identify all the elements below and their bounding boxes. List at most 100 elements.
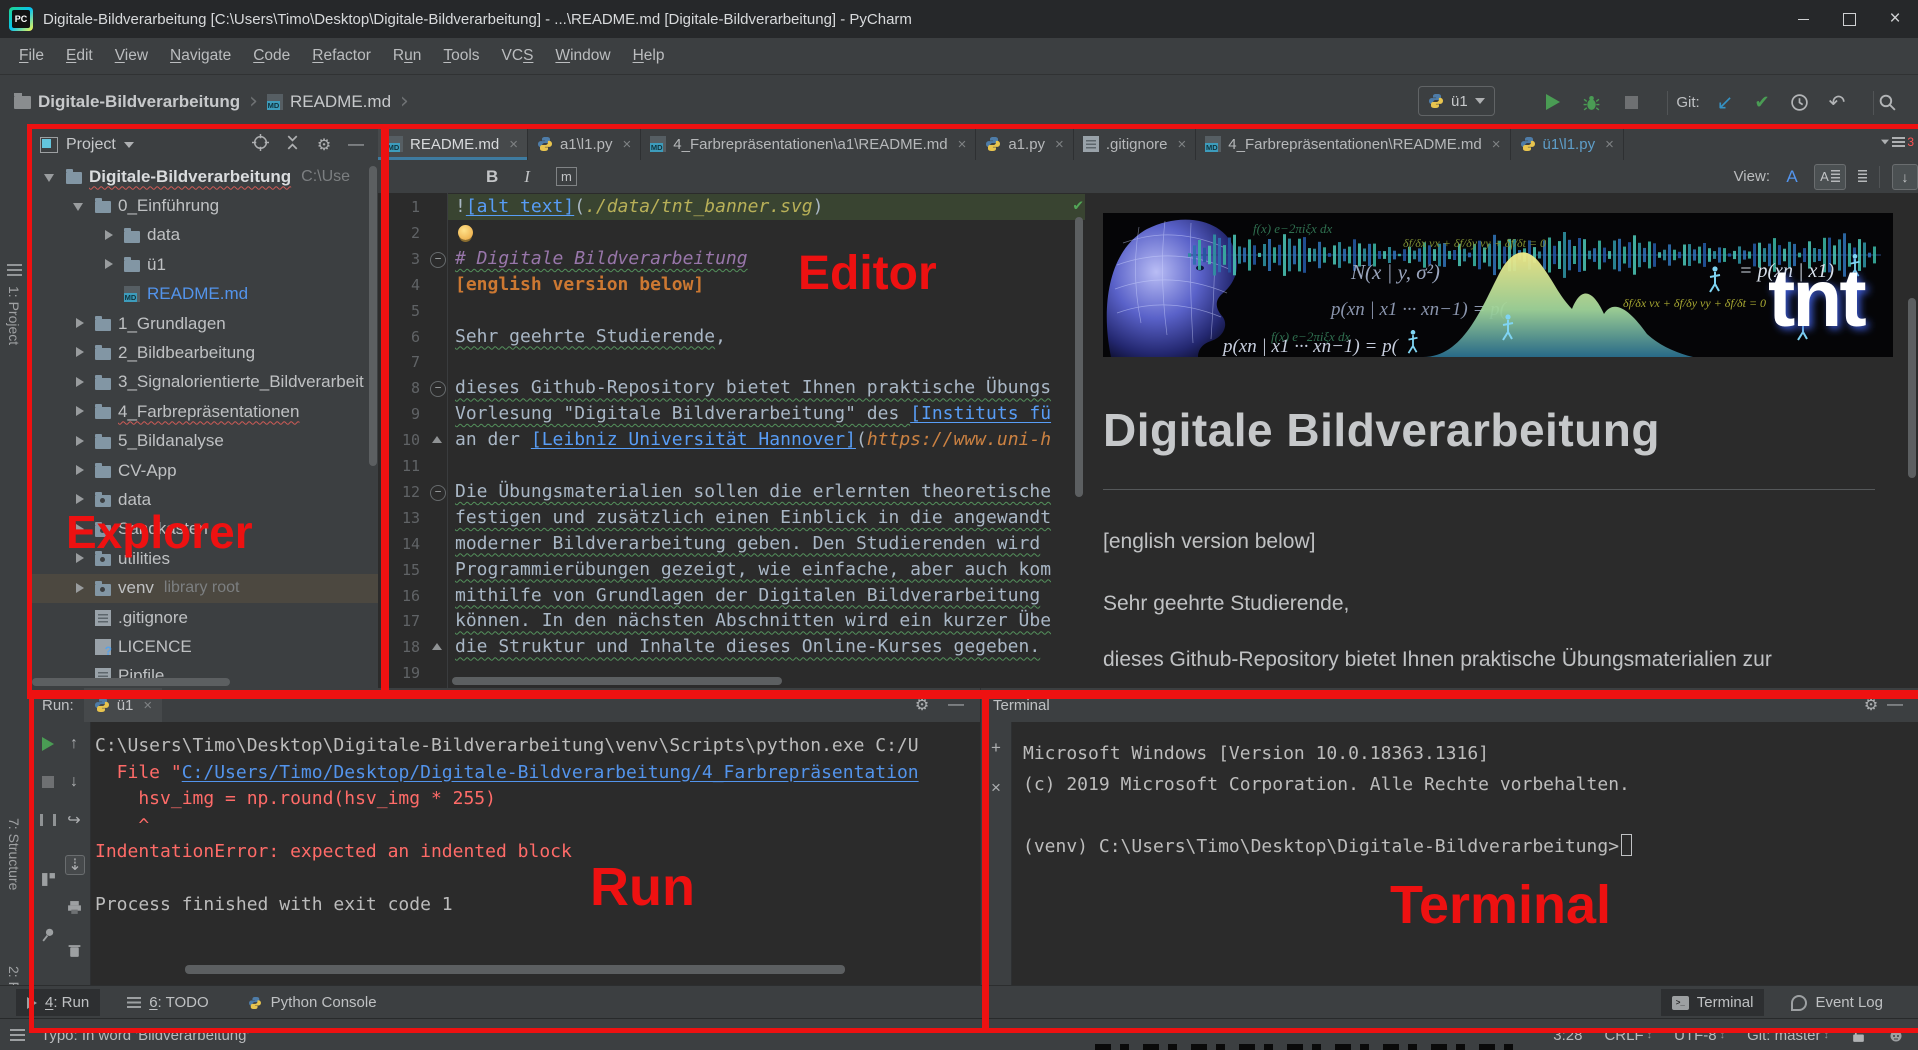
close-icon[interactable]: × bbox=[1492, 136, 1501, 153]
run-tab[interactable]: ü1 × bbox=[84, 688, 162, 722]
menu-view[interactable]: View bbox=[104, 47, 159, 65]
gear-icon[interactable]: ⚙ bbox=[312, 135, 336, 155]
hide-panel-icon[interactable]: — bbox=[944, 696, 968, 714]
stripe-project[interactable]: 1: Project bbox=[6, 286, 22, 345]
tree-item-licence[interactable]: LICENCE bbox=[30, 632, 378, 661]
close-icon[interactable]: × bbox=[1605, 136, 1614, 153]
breadcrumb-project[interactable]: Digitale-Bildverarbeitung bbox=[14, 92, 240, 112]
line-separator-selector[interactable]: CRLF↕ bbox=[1604, 1027, 1652, 1044]
tree-item-1-grundlagen[interactable]: 1_Grundlagen bbox=[30, 309, 378, 338]
git-commit-icon[interactable]: ✔ bbox=[1749, 89, 1775, 115]
readonly-lock-icon[interactable] bbox=[1851, 1027, 1866, 1043]
maximize-button[interactable] bbox=[1826, 0, 1872, 38]
stop-button[interactable] bbox=[1618, 89, 1644, 115]
tab-.gitignore[interactable]: .gitignore× bbox=[1074, 128, 1196, 160]
gear-icon[interactable]: ⚙ bbox=[1859, 695, 1883, 715]
tree-expand-arrow-icon[interactable] bbox=[71, 521, 88, 538]
pause-button[interactable] bbox=[39, 811, 57, 829]
console-link[interactable]: C:/Users/Timo/Desktop/Digitale-Bildverar… bbox=[182, 762, 919, 783]
editor-pane[interactable]: ✔ 1![alt text](./data/tnt_banner.svg)23−… bbox=[378, 193, 1085, 688]
tree-expand-arrow-icon[interactable] bbox=[42, 168, 59, 185]
fold-marker-icon[interactable]: − bbox=[430, 381, 446, 397]
close-icon[interactable]: × bbox=[1178, 136, 1187, 153]
menu-refactor[interactable]: Refactor bbox=[301, 47, 382, 65]
hidden-tabs-dropdown[interactable]: 3 bbox=[1880, 135, 1914, 149]
menu-vcs[interactable]: VCS bbox=[491, 47, 545, 65]
tree-item-digitale-bildverarbeitung[interactable]: Digitale-BildverarbeitungC:\Use bbox=[30, 162, 378, 191]
tab-a1-l1.py[interactable]: a1\l1.py× bbox=[528, 128, 641, 160]
rollback-icon[interactable]: ↶ bbox=[1824, 89, 1850, 115]
rerun-button[interactable] bbox=[39, 735, 57, 753]
tree-item-ü1[interactable]: ü1 bbox=[30, 250, 378, 279]
print-icon[interactable] bbox=[65, 898, 83, 916]
close-button[interactable]: × bbox=[1872, 0, 1918, 38]
run-configuration-selector[interactable]: ü1 bbox=[1418, 86, 1495, 116]
tree-item-3-signalorientierte-bildverarbeit[interactable]: 3_Signalorientierte_Bildverarbeit bbox=[30, 368, 378, 397]
close-session-icon[interactable]: × bbox=[981, 778, 1011, 798]
tree-expand-arrow-icon[interactable] bbox=[71, 344, 88, 361]
tree-expand-arrow-icon[interactable] bbox=[100, 227, 117, 244]
git-branch-widget[interactable]: Git: master↕ bbox=[1747, 1027, 1829, 1044]
tree-item-data[interactable]: data bbox=[30, 485, 378, 514]
new-session-icon[interactable]: + bbox=[981, 738, 1011, 758]
editor-horizontal-scrollbar[interactable] bbox=[452, 677, 782, 685]
tree-item-cv-app[interactable]: CV-App bbox=[30, 456, 378, 485]
menu-code[interactable]: Code bbox=[242, 47, 301, 65]
tab-a1.py[interactable]: a1.py× bbox=[976, 128, 1073, 160]
code-link[interactable]: [Leibniz Universität Hannover] bbox=[531, 429, 856, 450]
inspections-ok-icon[interactable]: ✔ bbox=[1073, 195, 1083, 214]
menu-help[interactable]: Help bbox=[622, 47, 676, 65]
toolwindow-button-event-log[interactable]: Event Log bbox=[1780, 989, 1894, 1016]
menu-navigate[interactable]: Navigate bbox=[159, 47, 242, 65]
close-icon[interactable]: × bbox=[509, 136, 518, 153]
down-stack-trace-icon[interactable]: ↓ bbox=[65, 773, 83, 791]
tree-item-.gitignore[interactable]: .gitignore bbox=[30, 603, 378, 632]
tree-item-utilities[interactable]: utilities bbox=[30, 544, 378, 573]
auto-scroll-icon[interactable]: ↓ bbox=[1892, 164, 1918, 190]
tree-expand-arrow-icon[interactable] bbox=[71, 462, 88, 479]
code-link[interactable]: [alt text] bbox=[466, 196, 574, 217]
run-button[interactable] bbox=[1540, 89, 1566, 115]
editor-and-preview-view-icon[interactable]: A bbox=[1814, 164, 1846, 190]
tab-4-farbrepräsentationen-readme.md[interactable]: 4_Farbrepräsentationen\README.md× bbox=[1196, 128, 1510, 160]
tree-item-2-bildbearbeitung[interactable]: 2_Bildbearbeitung bbox=[30, 338, 378, 367]
hide-panel-icon[interactable]: — bbox=[344, 136, 368, 154]
tree-expand-arrow-icon[interactable] bbox=[71, 550, 88, 567]
git-update-icon[interactable]: ↙ bbox=[1712, 89, 1738, 115]
tree-item-venv[interactable]: venvlibrary root bbox=[30, 574, 378, 603]
hide-panel-icon[interactable]: — bbox=[1883, 696, 1907, 714]
project-horizontal-scrollbar[interactable] bbox=[32, 678, 230, 686]
editor-only-view-icon[interactable]: A bbox=[1782, 165, 1802, 189]
close-icon[interactable]: × bbox=[958, 136, 967, 153]
menu-edit[interactable]: Edit bbox=[55, 47, 104, 65]
tree-item-data[interactable]: data bbox=[30, 221, 378, 250]
italic-button[interactable]: I bbox=[524, 167, 530, 187]
search-everywhere-icon[interactable] bbox=[1874, 89, 1900, 115]
locate-icon[interactable] bbox=[248, 134, 272, 156]
breadcrumb-file[interactable]: README.md bbox=[267, 92, 391, 112]
code-link[interactable]: [Instituts fü bbox=[910, 403, 1051, 424]
tab-ü1-l1.py[interactable]: ü1\l1.py× bbox=[1511, 128, 1624, 160]
tree-item-0-einführung[interactable]: 0_Einführung bbox=[30, 191, 378, 220]
toolwindow-switcher-icon[interactable] bbox=[10, 1029, 25, 1041]
caret-position[interactable]: 3:28 bbox=[1553, 1027, 1582, 1044]
debug-button[interactable] bbox=[1578, 89, 1604, 115]
bold-button[interactable]: B bbox=[486, 167, 498, 187]
tree-item-4-farbrepräsentationen[interactable]: 4_Farbrepräsentationen bbox=[30, 397, 378, 426]
menu-run[interactable]: Run bbox=[382, 47, 432, 65]
tree-expand-arrow-icon[interactable] bbox=[71, 491, 88, 508]
stop-button[interactable] bbox=[39, 773, 57, 791]
up-stack-trace-icon[interactable]: ↑ bbox=[65, 735, 83, 753]
tree-expand-arrow-icon[interactable] bbox=[71, 374, 88, 391]
pin-icon[interactable] bbox=[39, 925, 57, 943]
project-panel-title[interactable]: Project bbox=[66, 136, 116, 154]
preview-only-view-icon[interactable] bbox=[1858, 165, 1867, 189]
gear-icon[interactable]: ⚙ bbox=[910, 695, 934, 715]
toolwindow-button-python-console[interactable]: Python Console bbox=[236, 989, 388, 1016]
close-icon[interactable]: × bbox=[143, 697, 152, 714]
tree-item-readme.md[interactable]: README.md bbox=[30, 280, 378, 309]
tree-item-sandkasten[interactable]: Sandkasten bbox=[30, 515, 378, 544]
toolwindow-button-6-todo[interactable]: 6: TODO bbox=[116, 989, 219, 1016]
close-icon[interactable]: × bbox=[1055, 136, 1064, 153]
trash-icon[interactable] bbox=[65, 941, 83, 959]
